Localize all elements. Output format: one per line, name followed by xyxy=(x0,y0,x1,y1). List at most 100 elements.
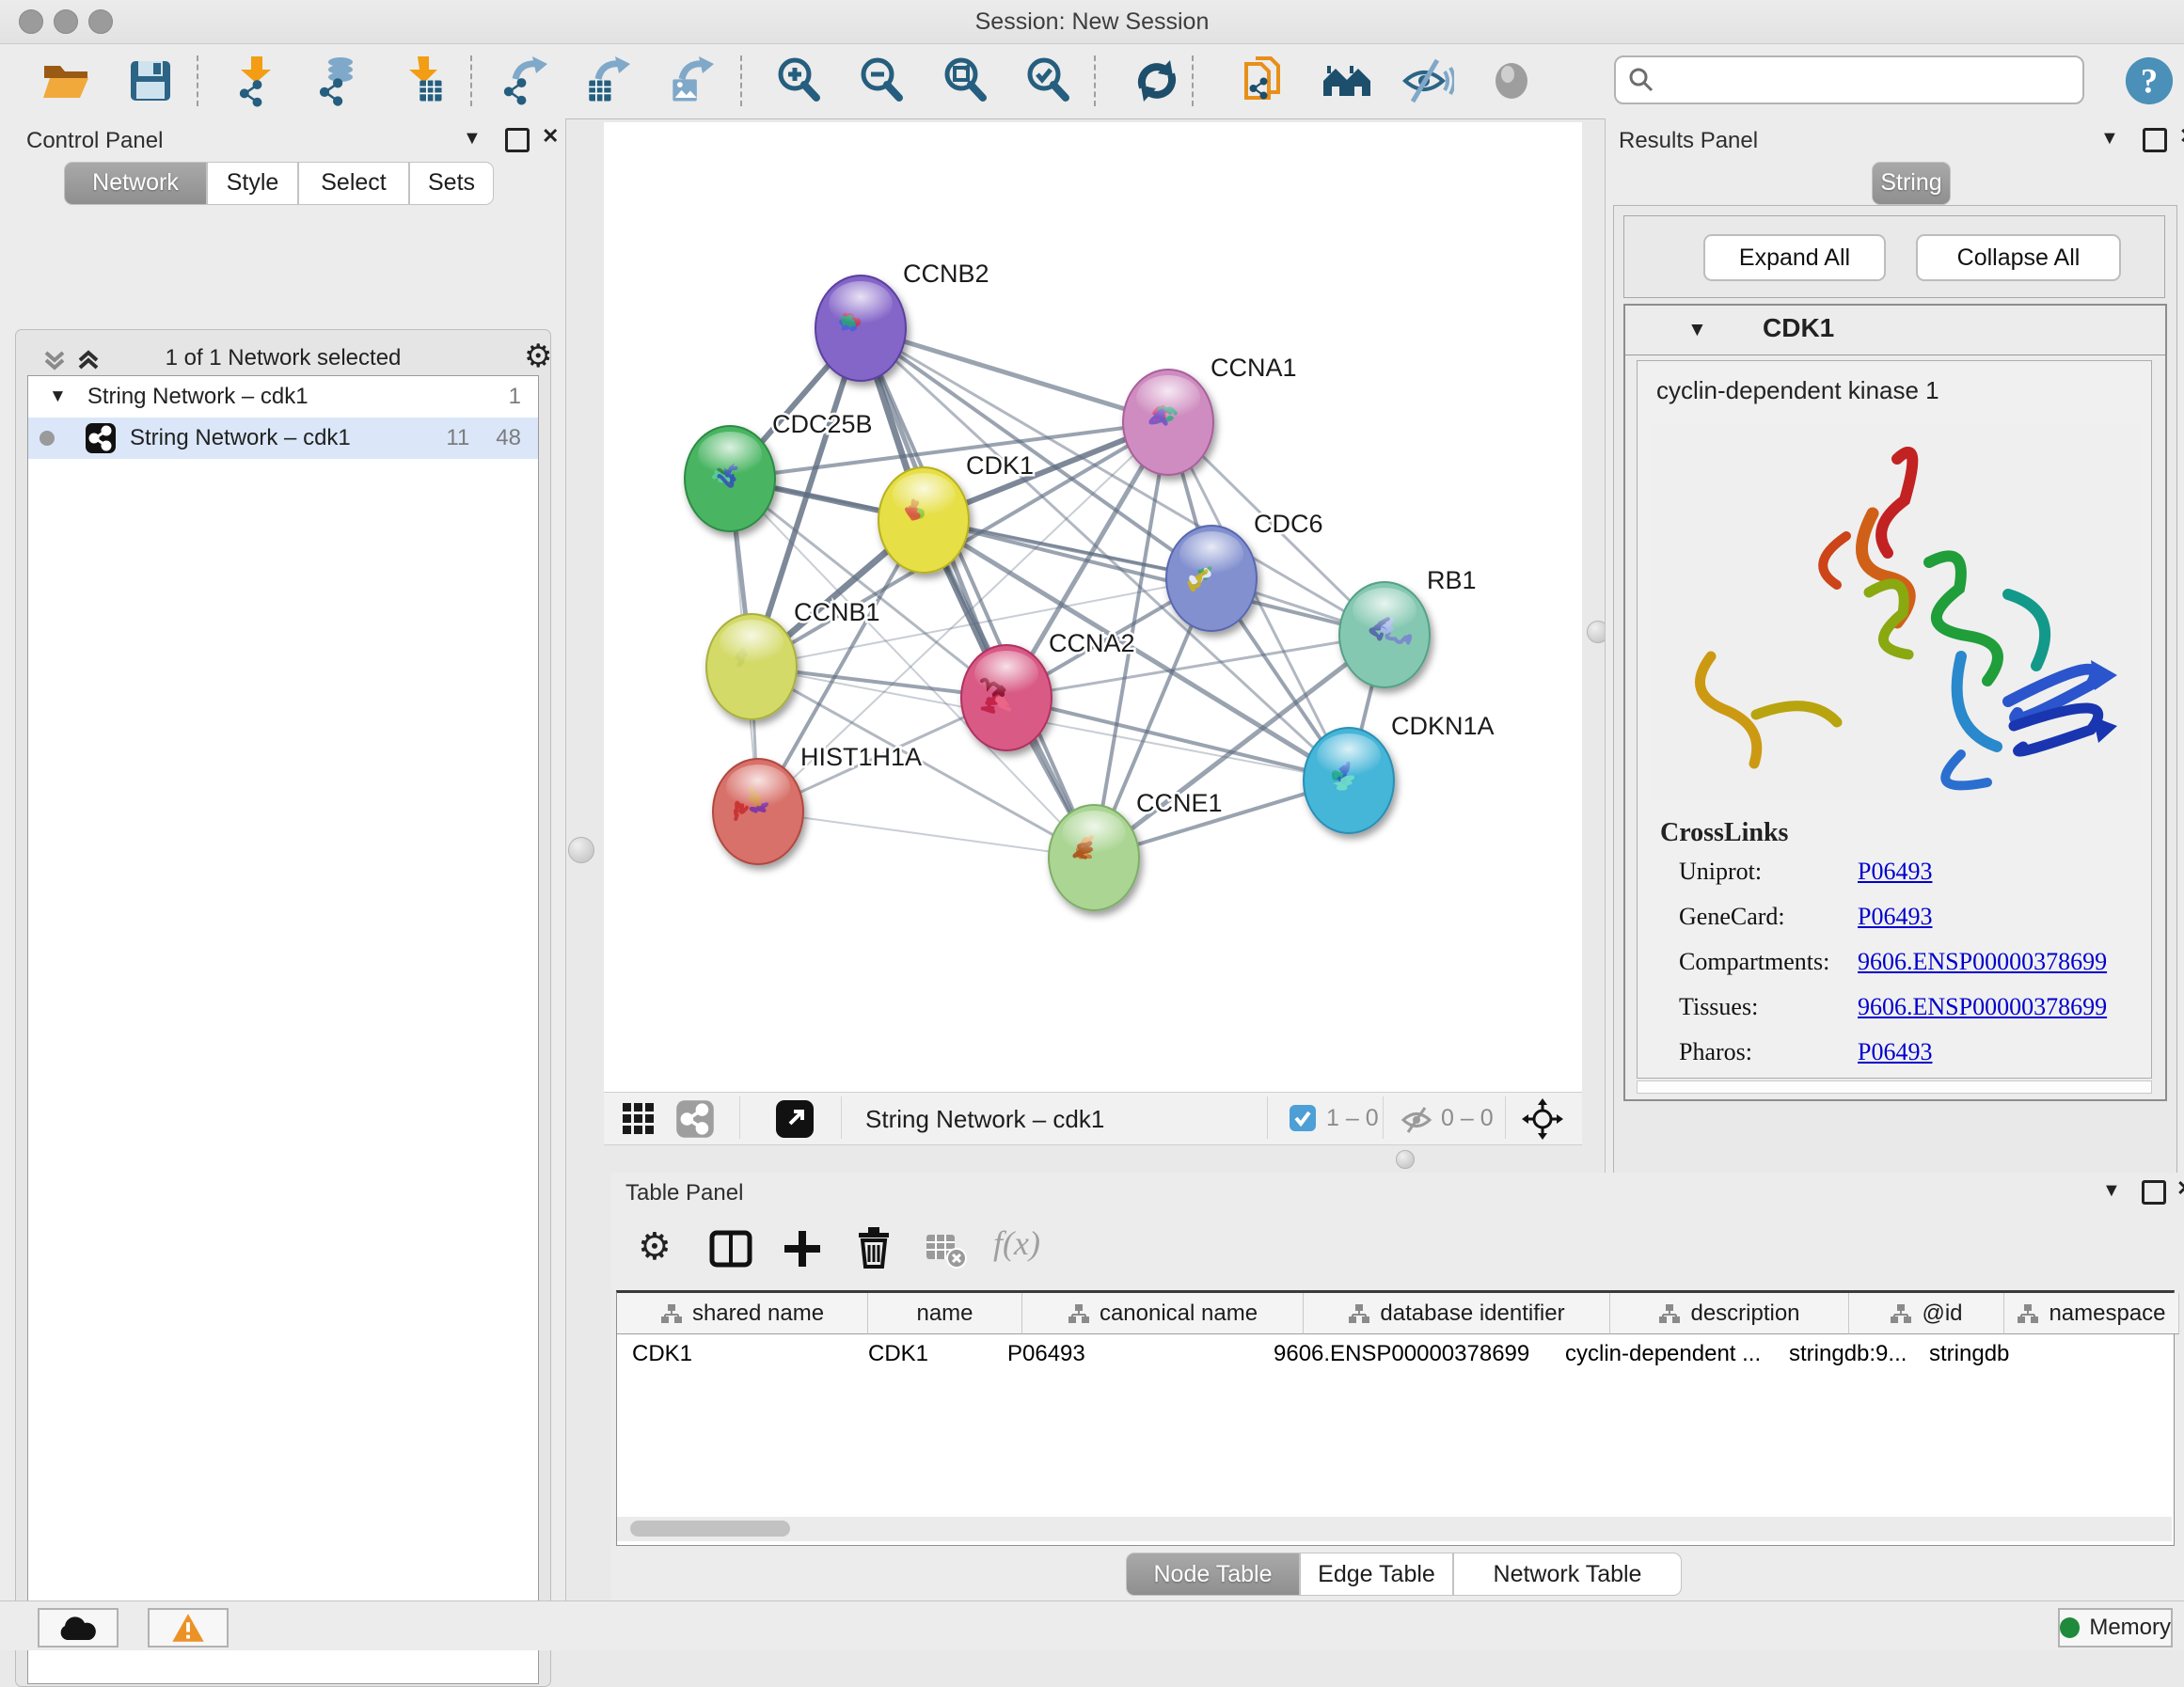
zoom-in-icon[interactable] xyxy=(772,54,827,108)
fit-content-crosshair-icon[interactable] xyxy=(1522,1098,1563,1140)
memory-status-dot xyxy=(2060,1617,2080,1638)
tab-node-table[interactable]: Node Table xyxy=(1126,1553,1300,1596)
open-in-new-window-icon[interactable] xyxy=(775,1099,815,1139)
node-RB1[interactable] xyxy=(1339,582,1430,687)
maximize-panel-icon[interactable] xyxy=(2143,128,2167,152)
export-image-icon[interactable] xyxy=(666,54,720,108)
collection-expand-icon[interactable]: ▼ xyxy=(49,386,67,407)
node-CCNE1[interactable] xyxy=(1049,805,1139,910)
crosslink-row: Tissues:9606.ENSP00000378699 xyxy=(1679,993,2130,1021)
zoom-fit-icon[interactable] xyxy=(939,54,993,108)
expand-all-button[interactable]: Expand All xyxy=(1703,234,1886,281)
zoom-out-icon[interactable] xyxy=(855,54,910,108)
h-scrollbar-thumb[interactable] xyxy=(630,1521,790,1537)
edge-CCNA2-CDKN1A[interactable] xyxy=(1006,698,1349,780)
selected-checkbox-icon[interactable] xyxy=(1289,1104,1317,1132)
edge-CCNB2-CCNE1[interactable] xyxy=(861,328,1094,858)
crosslink-link[interactable]: P06493 xyxy=(1858,903,1932,931)
node-label-CDK1: CDK1 xyxy=(966,451,1034,480)
collapse-all-button[interactable]: Collapse All xyxy=(1916,234,2121,281)
open-session-icon[interactable] xyxy=(39,54,93,108)
column-header-canonical-name[interactable]: canonical name xyxy=(1022,1293,1304,1334)
crosslink-row: GeneCard:P06493 xyxy=(1679,903,2130,931)
tab-style[interactable]: Style xyxy=(207,162,298,205)
export-table-icon[interactable] xyxy=(582,54,637,108)
node-CCNA2[interactable] xyxy=(961,645,1052,750)
refresh-layout-icon[interactable] xyxy=(1130,54,1184,108)
main-toolbar: ? xyxy=(0,44,2184,119)
window-close-button[interactable] xyxy=(19,9,43,34)
float-panel-icon[interactable]: ▼ xyxy=(2102,1180,2121,1201)
search-icon xyxy=(1627,66,1655,94)
crosslink-label: Uniprot: xyxy=(1679,858,1858,886)
column-header--id[interactable]: @id xyxy=(1849,1293,2004,1334)
collapse-card-icon[interactable]: ▼ xyxy=(1687,319,1707,341)
show-graphics-icon[interactable] xyxy=(1484,54,1539,108)
show-columns-icon[interactable] xyxy=(709,1227,752,1270)
bottom-splitter-handle[interactable] xyxy=(1396,1150,1415,1169)
houses-icon[interactable] xyxy=(1320,54,1374,108)
column-header-shared-name[interactable]: shared name xyxy=(617,1293,868,1334)
tab-select[interactable]: Select xyxy=(298,162,409,205)
tab-network-table[interactable]: Network Table xyxy=(1453,1553,1682,1596)
node-CCNB1[interactable] xyxy=(706,614,797,719)
zoom-selected-icon[interactable] xyxy=(1021,54,1076,108)
window-minimize-button[interactable] xyxy=(54,9,78,34)
cloud-status-button[interactable] xyxy=(38,1608,119,1648)
hide-graphics-icon[interactable] xyxy=(1401,54,1455,108)
tab-sets[interactable]: Sets xyxy=(409,162,494,205)
h-scrollbar-track[interactable] xyxy=(617,1517,2172,1541)
import-network-database-icon[interactable] xyxy=(311,54,366,108)
node-CDK1[interactable] xyxy=(878,467,969,573)
maximize-panel-icon[interactable] xyxy=(505,128,530,152)
network-options-gear-icon[interactable]: ⚙ xyxy=(524,338,552,375)
close-panel-icon[interactable]: ✕ xyxy=(2179,126,2184,147)
float-panel-icon[interactable]: ▼ xyxy=(2100,128,2119,149)
toolbar-divider xyxy=(1094,55,1096,106)
network-row[interactable]: String Network – cdk1 11 48 xyxy=(28,418,538,459)
edge-CCNB2-CCNA1[interactable] xyxy=(861,328,1168,422)
add-column-icon[interactable] xyxy=(781,1227,824,1270)
table-options-gear-icon[interactable]: ⚙ xyxy=(638,1225,672,1269)
import-table-icon[interactable] xyxy=(398,54,452,108)
export-network-icon[interactable] xyxy=(499,54,554,108)
column-header-name[interactable]: name xyxy=(868,1293,1022,1334)
string-panel-toggle-icon[interactable] xyxy=(675,1099,715,1139)
column-header-namespace[interactable]: namespace xyxy=(2004,1293,2179,1334)
warning-status-button[interactable] xyxy=(148,1608,229,1648)
node-CDC6[interactable] xyxy=(1166,526,1257,631)
network-collection-row[interactable]: ▼ String Network – cdk1 1 xyxy=(28,376,538,418)
close-panel-icon[interactable]: ✕ xyxy=(2176,1178,2184,1199)
selected-count: 1 – 0 xyxy=(1326,1105,1379,1132)
help-button[interactable]: ? xyxy=(2124,55,2175,106)
edge-HIST1H1A-CCNE1[interactable] xyxy=(758,812,1094,858)
node-HIST1H1A[interactable] xyxy=(713,759,803,864)
close-panel-icon[interactable]: ✕ xyxy=(542,126,559,147)
delete-column-trash-icon[interactable] xyxy=(852,1225,895,1269)
tab-string[interactable]: String xyxy=(1872,162,1951,205)
import-network-icon[interactable] xyxy=(229,54,284,108)
memory-button[interactable]: Memory xyxy=(2058,1608,2173,1648)
tab-network[interactable]: Network xyxy=(64,162,207,205)
crosslink-link[interactable]: 9606.ENSP00000378699 xyxy=(1858,993,2107,1021)
table-row[interactable]: CDK1CDK1P064939606.ENSP00000378699cyclin… xyxy=(617,1334,2174,1374)
column-header-database-identifier[interactable]: database identifier xyxy=(1304,1293,1610,1334)
network-canvas[interactable]: CCNB2CCNA1CDC25BCDK1CDC6RB1CCNB1CCNA2CDK… xyxy=(604,122,1582,1092)
string-document-icon[interactable] xyxy=(1238,54,1292,108)
node-CCNB2[interactable] xyxy=(815,276,906,381)
crosslink-link[interactable]: P06493 xyxy=(1858,1038,1932,1066)
search-input[interactable] xyxy=(1655,66,2082,94)
crosslink-link[interactable]: P06493 xyxy=(1858,858,1932,886)
column-header-description[interactable]: description xyxy=(1610,1293,1849,1334)
window-zoom-button[interactable] xyxy=(88,9,113,34)
node-CCNA1[interactable] xyxy=(1123,370,1213,475)
save-session-icon[interactable] xyxy=(123,54,178,108)
tab-edge-table[interactable]: Edge Table xyxy=(1300,1553,1453,1596)
left-splitter-handle[interactable] xyxy=(568,837,594,863)
birds-eye-grid-icon[interactable] xyxy=(621,1101,657,1137)
node-CDKN1A[interactable] xyxy=(1304,728,1394,833)
node-CDC25B[interactable] xyxy=(685,426,775,531)
maximize-panel-icon[interactable] xyxy=(2142,1180,2166,1205)
crosslink-link[interactable]: 9606.ENSP00000378699 xyxy=(1858,948,2107,976)
float-panel-icon[interactable]: ▼ xyxy=(463,128,482,149)
